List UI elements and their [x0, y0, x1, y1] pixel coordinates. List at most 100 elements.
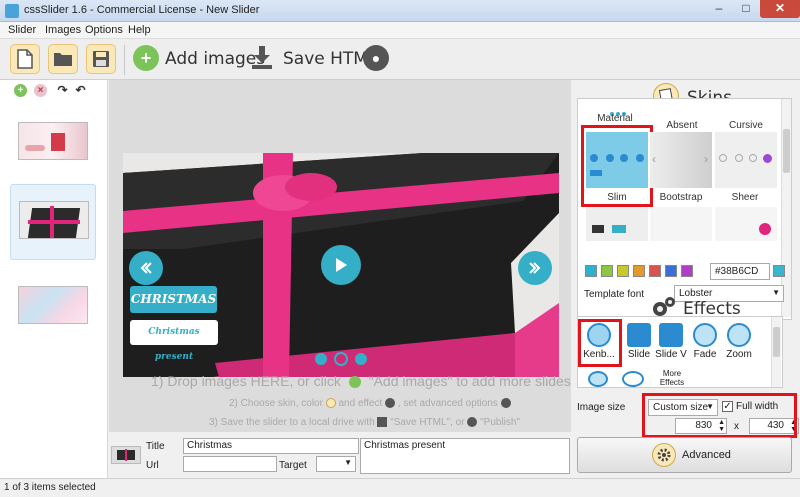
- add-images-icon[interactable]: +: [133, 45, 159, 71]
- title-bar: cssSlider 1.6 - Commercial License - New…: [0, 0, 800, 22]
- settings-panel: Skins Material Absent Cursive Slim ‹ › B…: [571, 80, 800, 478]
- effects-list[interactable]: Kenb... Slide Slide V Fade Zoom More Eff…: [577, 316, 783, 388]
- bullet-dot[interactable]: [315, 353, 327, 365]
- skin-absent-label[interactable]: Absent: [647, 120, 717, 131]
- target-label: Target: [279, 460, 307, 471]
- slide-thumbnail[interactable]: [10, 106, 96, 182]
- skin-bootstrap[interactable]: ‹ ›: [650, 132, 712, 188]
- slide-thumbnail-selected[interactable]: [10, 184, 96, 260]
- effect-row2-2[interactable]: [622, 371, 644, 387]
- window-title: cssSlider 1.6 - Commercial License - New…: [24, 4, 260, 16]
- skin-sheer-label[interactable]: Sheer: [710, 192, 780, 203]
- skin-row3-2[interactable]: [650, 207, 712, 241]
- thumb-image: [18, 286, 88, 324]
- open-button[interactable]: [48, 44, 78, 74]
- template-font-label: Template font: [584, 289, 645, 300]
- url-label: Url: [146, 460, 159, 471]
- color-hex-input[interactable]: #38B6CD: [710, 263, 770, 280]
- color-swatch[interactable]: [681, 265, 693, 277]
- skin-row3-3[interactable]: [715, 207, 777, 241]
- effect-slide-v[interactable]: Slide V: [654, 323, 688, 360]
- effect-zoom[interactable]: Zoom: [722, 323, 756, 360]
- chevron-down-icon: ▼: [344, 458, 352, 467]
- skin-selection-highlight: [581, 125, 653, 207]
- hint-line-1: 1) Drop images HERE, or click "Add image…: [151, 373, 571, 389]
- description-textarea[interactable]: Christmas present: [360, 438, 570, 474]
- effect-fade[interactable]: Fade: [688, 323, 722, 360]
- play-button[interactable]: [321, 245, 361, 285]
- title-input[interactable]: Christmas: [183, 438, 359, 454]
- save-button[interactable]: [86, 44, 116, 74]
- app-icon: [5, 4, 19, 18]
- hint-line-2: 2) Choose skin, color and effect , set a…: [229, 398, 511, 409]
- menu-images[interactable]: Images: [45, 24, 81, 36]
- effect-row2-1[interactable]: [588, 371, 608, 387]
- floppy-icon: [93, 51, 109, 67]
- globe-icon[interactable]: ●: [363, 45, 389, 71]
- image-size-label: Image size: [577, 402, 626, 413]
- globe-icon: [467, 417, 478, 428]
- color-swatch[interactable]: [649, 265, 661, 277]
- menu-help[interactable]: Help: [128, 24, 151, 36]
- slides-panel: + × ↷ ↶: [0, 80, 108, 478]
- slide-caption-subtitle: Christmas present: [130, 320, 218, 362]
- advanced-button[interactable]: Advanced: [577, 437, 792, 473]
- add-slide-icon[interactable]: +: [14, 84, 27, 97]
- skins-icon: [325, 398, 336, 409]
- slide-preview: CHRISTMAS Christmas present: [123, 153, 559, 377]
- download-icon[interactable]: [250, 44, 274, 72]
- gear-icon: [652, 443, 676, 467]
- color-swatch[interactable]: [633, 265, 645, 277]
- effect-slide[interactable]: Slide: [622, 323, 656, 360]
- status-bar: 1 of 3 items selected: [0, 478, 800, 497]
- status-text: 1 of 3 items selected: [4, 482, 96, 493]
- color-swatch[interactable]: [585, 265, 597, 277]
- toolbar: + Add images Save HTML ●: [0, 39, 800, 80]
- url-input[interactable]: [183, 456, 277, 472]
- image-size-highlight: [642, 393, 797, 438]
- prev-arrow-button[interactable]: [129, 251, 163, 285]
- menu-bar: Slider Images Options Help: [0, 22, 800, 39]
- more-effects-button[interactable]: More Effects: [658, 369, 686, 387]
- skin-cursive-label[interactable]: Cursive: [711, 120, 781, 131]
- slide-thumbnail[interactable]: [10, 270, 96, 346]
- next-arrow-button[interactable]: [518, 251, 552, 285]
- add-images-icon: [348, 376, 361, 389]
- bullet-dot[interactable]: [355, 353, 367, 365]
- slider-preview-area[interactable]: CHRISTMAS Christmas present 1) Drop imag…: [109, 80, 571, 432]
- chevron-down-icon: ▼: [772, 288, 780, 297]
- maximize-button[interactable]: □: [733, 0, 759, 18]
- effects-scrollbar[interactable]: [771, 317, 781, 387]
- chevron-left-icon: [140, 262, 152, 274]
- effect-selection-highlight: [578, 319, 622, 367]
- title-label: Title: [146, 441, 165, 452]
- toolbar-separator: [124, 45, 125, 75]
- close-button[interactable]: ✕: [760, 0, 800, 18]
- color-swatch[interactable]: [601, 265, 613, 277]
- download-icon: [377, 417, 388, 428]
- skin-row3-1[interactable]: [586, 207, 648, 241]
- skins-list[interactable]: Material Absent Cursive Slim ‹ › Bootstr…: [577, 98, 792, 320]
- undo-icon[interactable]: ↶: [74, 84, 87, 97]
- scrollbar-thumb[interactable]: [773, 327, 780, 357]
- color-swatch[interactable]: [617, 265, 629, 277]
- color-swatch[interactable]: [665, 265, 677, 277]
- play-icon: [336, 258, 347, 272]
- current-color-swatch[interactable]: [773, 265, 785, 277]
- new-slider-button[interactable]: [10, 44, 40, 74]
- new-file-icon: [17, 49, 33, 69]
- chevron-right-icon: [529, 262, 541, 274]
- redo-icon[interactable]: ↷: [56, 84, 69, 97]
- skin-material-label[interactable]: Material: [580, 113, 650, 124]
- target-select[interactable]: ▼: [316, 456, 356, 472]
- selected-slide-thumbnail: [111, 446, 141, 464]
- bullet-dot-active[interactable]: [334, 352, 348, 366]
- menu-slider[interactable]: Slider: [8, 24, 36, 36]
- minimize-button[interactable]: –: [706, 0, 732, 18]
- skin-sheer[interactable]: [715, 132, 777, 188]
- remove-slide-icon[interactable]: ×: [34, 84, 47, 97]
- skin-bootstrap-label[interactable]: Bootstrap: [646, 192, 716, 203]
- scrollbar-thumb[interactable]: [783, 129, 790, 173]
- menu-options[interactable]: Options: [85, 24, 123, 36]
- slide-properties: Title Christmas Url Target ▼ Christmas p…: [109, 432, 571, 478]
